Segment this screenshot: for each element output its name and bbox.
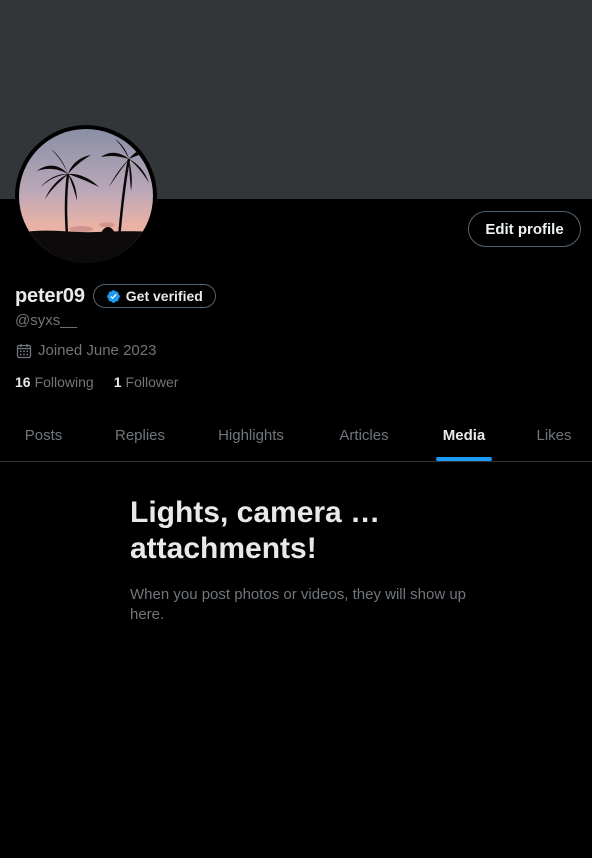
avatar[interactable]: [15, 125, 157, 267]
tab-posts[interactable]: Posts: [0, 410, 87, 461]
following-link[interactable]: 16 Following: [15, 374, 94, 390]
get-verified-button[interactable]: Get verified: [92, 284, 216, 308]
get-verified-label: Get verified: [125, 288, 203, 304]
calendar-icon: [16, 343, 32, 358]
empty-state-title: Lights, camera … attachments!: [130, 496, 381, 565]
following-count: 16: [15, 374, 31, 390]
display-name: peter09: [15, 284, 85, 307]
verified-badge-icon: [106, 289, 120, 303]
active-tab-indicator: [436, 457, 492, 461]
profile-page: Edit profile peter09 Get verified @syxs_…: [0, 0, 592, 858]
followers-label: Follower: [125, 374, 179, 390]
empty-state-body: When you post photos or videos, they wil…: [130, 586, 467, 623]
tab-media[interactable]: Media: [419, 410, 509, 461]
followers-link[interactable]: 1 Follower: [114, 374, 179, 390]
avatar-photo: [19, 129, 153, 263]
name-row: peter09 Get verified: [15, 284, 216, 308]
edit-profile-button[interactable]: Edit profile: [468, 211, 581, 247]
tab-likes[interactable]: Likes: [509, 410, 592, 461]
joined-date: Joined June 2023: [16, 342, 156, 359]
tab-replies[interactable]: Replies: [87, 410, 193, 461]
profile-tabs: Posts Replies Highlights Articles Media …: [0, 410, 592, 462]
tab-articles[interactable]: Articles: [309, 410, 419, 461]
username-handle: @syxs__: [15, 312, 77, 329]
empty-media-state: Lights, camera … attachments! When you p…: [130, 495, 470, 625]
tab-highlights[interactable]: Highlights: [193, 410, 309, 461]
follow-stats: 16 Following 1 Follower: [15, 374, 178, 390]
following-label: Following: [34, 374, 94, 390]
joined-label: Joined June 2023: [38, 342, 157, 359]
followers-count: 1: [113, 374, 122, 390]
